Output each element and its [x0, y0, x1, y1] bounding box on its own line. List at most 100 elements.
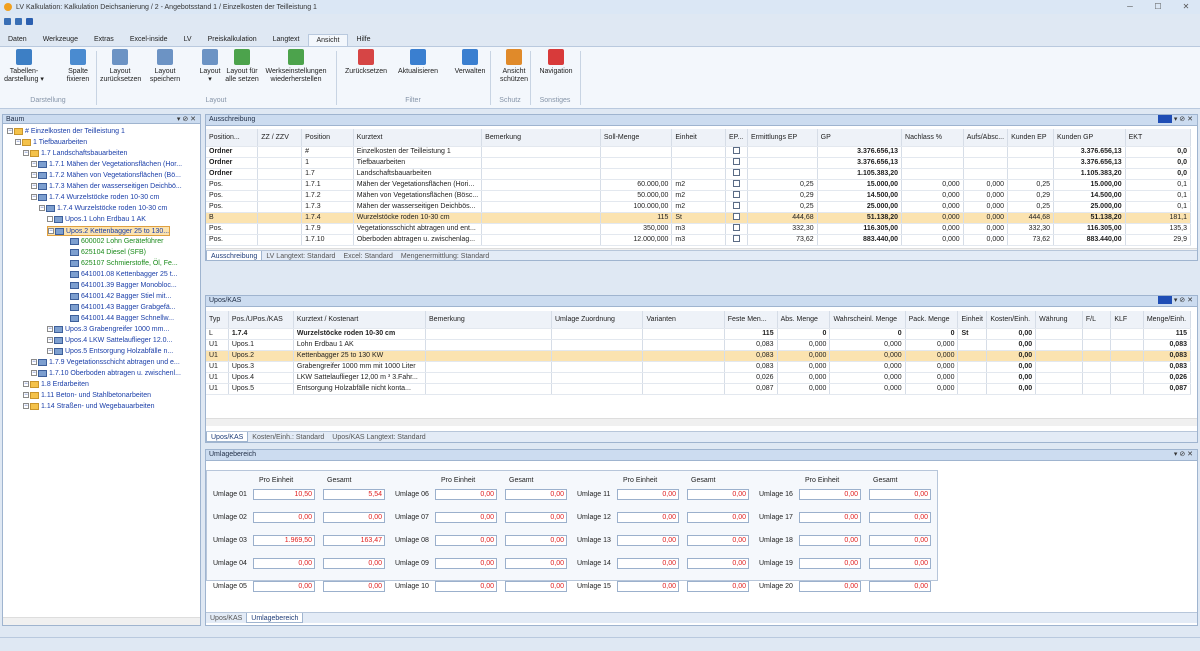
- expander-icon[interactable]: −: [15, 139, 21, 146]
- umlage-pro-einheit-input[interactable]: 0,00: [617, 489, 679, 500]
- tree-node[interactable]: − 1.8 Erdarbeiten: [23, 380, 89, 390]
- umlage-pro-einheit-input[interactable]: 0,00: [617, 535, 679, 546]
- table-row[interactable]: Ordner # Einzelkosten der Teilleistung 1 3.…: [206, 146, 1191, 158]
- column-header[interactable]: Ermittlungs EP: [747, 129, 818, 147]
- expander-icon[interactable]: −: [31, 370, 37, 377]
- column-header[interactable]: Feste Men...: [724, 311, 778, 329]
- tab-0[interactable]: Ausschreibung: [206, 251, 263, 260]
- tab-0[interactable]: Upos/KAS: [206, 613, 246, 623]
- table-row[interactable]: U1 Upos.2 Kettenbagger 25 to 130 KW 0,083 0,…: [206, 350, 1191, 362]
- expander-icon[interactable]: −: [23, 381, 29, 388]
- menu-tab-3[interactable]: Excel-inside: [122, 34, 176, 46]
- umlage-gesamt-input[interactable]: 163,47: [323, 535, 385, 546]
- column-header[interactable]: Soll-Menge: [600, 129, 673, 147]
- tree-node[interactable]: − Upos.2 Kettenbagger 25 to 130...: [47, 226, 171, 236]
- table-row[interactable]: U1 Upos.1 Lohn Erdbau 1 AK 0,083 0,000 0,000 0…: [206, 339, 1191, 351]
- umlage-pro-einheit-input[interactable]: 0,00: [435, 558, 497, 569]
- umlage-gesamt-input[interactable]: 0,00: [869, 558, 931, 569]
- tree-node[interactable]: − Upos.4 LKW Sattelauflieger 12.0...: [47, 336, 172, 346]
- tab-1[interactable]: Umlagebereich: [246, 613, 304, 623]
- tab-3[interactable]: Mengenermittlung: Standard: [397, 251, 493, 260]
- umlage-pro-einheit-input[interactable]: 0,00: [799, 489, 861, 500]
- column-header[interactable]: Kosten/Einh.: [986, 311, 1037, 329]
- umlage-pro-einheit-input[interactable]: 0,00: [617, 512, 679, 523]
- tree-node[interactable]: 641001.08 Kettenbagger 25 t...: [63, 270, 178, 280]
- column-header[interactable]: Bemerkung: [425, 311, 553, 329]
- umlage-gesamt-input[interactable]: 5,54: [323, 489, 385, 500]
- tree-node[interactable]: − 1.11 Beton- und Stahlbetonarbeiten: [23, 391, 151, 401]
- menu-tab-6[interactable]: Langtext: [265, 34, 308, 46]
- expander-icon[interactable]: −: [23, 392, 29, 399]
- table-row[interactable]: U1 Upos.3 Grabengreifer 1000 mm mit 1000 L…: [206, 361, 1191, 373]
- table-row[interactable]: Ordner 1.7 Landschaftsbauarbeiten 1.105.383…: [206, 168, 1191, 180]
- tree-node[interactable]: − Upos.5 Entsorgung Holzabfälle n...: [47, 347, 173, 357]
- menu-tab-2[interactable]: Extras: [86, 34, 122, 46]
- table-row[interactable]: Pos. 1.7.3 Mähen der wasserseitigen Deichb…: [206, 201, 1191, 213]
- expander-icon[interactable]: −: [39, 205, 45, 212]
- tree-node[interactable]: − 1.7.10 Oberboden abtragen u. zwischenl.…: [31, 369, 181, 379]
- table-row[interactable]: Pos. 1.7.1 Mähen der Vegetationsflächen (H…: [206, 179, 1191, 191]
- column-header[interactable]: Nachlass %: [901, 129, 964, 147]
- ribbon-button-3[interactable]: Layout speichern: [145, 49, 185, 84]
- column-header[interactable]: Menge/Einh.: [1143, 311, 1191, 329]
- column-header[interactable]: Typ: [206, 311, 229, 329]
- column-header[interactable]: Kurztext / Kostenart: [293, 311, 426, 329]
- tree-node[interactable]: 641001.42 Bagger Stiel mit...: [63, 292, 171, 302]
- umlage-pro-einheit-input[interactable]: 0,00: [253, 512, 315, 523]
- ribbon-button-8[interactable]: Aktualisieren: [398, 49, 438, 76]
- column-header[interactable]: Kurztext: [353, 129, 483, 147]
- column-header[interactable]: Währung: [1035, 311, 1083, 329]
- maximize-icon[interactable]: ☐: [1148, 2, 1168, 11]
- umlage-gesamt-input[interactable]: 0,00: [505, 512, 567, 523]
- expander-icon[interactable]: −: [7, 128, 13, 135]
- ausschreibung-table[interactable]: Position... ZZ / ZZV Position Kurztext Bemer…: [206, 129, 1191, 246]
- tree-node[interactable]: − Upos.3 Grabengreifer 1000 mm...: [47, 325, 169, 335]
- checkbox[interactable]: [732, 180, 740, 187]
- menu-tab-8[interactable]: Hilfe: [348, 34, 378, 46]
- column-header[interactable]: Position...: [206, 129, 259, 147]
- panel-controls-icon[interactable]: ▾ ⊘ ✕: [1174, 450, 1193, 459]
- umlage-gesamt-input[interactable]: 0,00: [687, 581, 749, 592]
- expander-icon[interactable]: −: [23, 403, 29, 410]
- tree-node[interactable]: Upos.1 Lohn Erdbau 1 AK: [47, 215, 146, 225]
- expander-icon[interactable]: −: [47, 337, 53, 344]
- umlage-gesamt-input[interactable]: 0,00: [323, 558, 385, 569]
- umlage-pro-einheit-input[interactable]: 0,00: [435, 489, 497, 500]
- column-header[interactable]: EKT: [1125, 129, 1191, 147]
- ribbon-button-5[interactable]: Layout für alle setzen: [222, 49, 262, 84]
- umlage-gesamt-input[interactable]: 0,00: [505, 558, 567, 569]
- upos-table[interactable]: Typ Pos./UPos./KAS Kurztext / Kostenart Bem…: [206, 311, 1191, 395]
- checkbox[interactable]: [732, 235, 740, 242]
- tree-node[interactable]: − 1.7.2 Mähen von Vegetationsflächen (Bö.…: [31, 171, 181, 181]
- tree-node[interactable]: − 1.7.3 Mähen der wasserseitigen Deichbö.…: [31, 182, 182, 192]
- column-header[interactable]: Aufs/Absc...: [963, 129, 1009, 147]
- undo-icon[interactable]: [26, 17, 33, 25]
- tree-node[interactable]: − 1.7.1 Mähen der Vegetationsflächen (Hor…: [31, 160, 182, 170]
- ribbon-button-1[interactable]: Spalte fixieren: [58, 49, 98, 84]
- umlage-gesamt-input[interactable]: 0,00: [687, 535, 749, 546]
- column-header[interactable]: EP...: [725, 129, 748, 147]
- upos-scrollbar[interactable]: [206, 418, 1197, 426]
- tab-1[interactable]: LV Langtext: Standard: [262, 251, 339, 260]
- tree-node[interactable]: 641001.43 Bagger Grabgefä...: [63, 303, 176, 313]
- tree-node[interactable]: − 1.7 Landschaftsbauarbeiten: [23, 149, 127, 159]
- minimize-icon[interactable]: ─: [1120, 2, 1140, 11]
- column-header[interactable]: Kunden GP: [1053, 129, 1126, 147]
- ribbon-button-6[interactable]: Werkseinstellungen wiederherstellen: [262, 49, 330, 84]
- tree-scrollbar[interactable]: [3, 617, 200, 625]
- umlage-gesamt-input[interactable]: 0,00: [687, 489, 749, 500]
- tab-2[interactable]: Excel: Standard: [339, 251, 396, 260]
- panel-controls-icon[interactable]: ▾ ⊘ ✕: [1157, 115, 1193, 124]
- umlage-pro-einheit-input[interactable]: 0,00: [253, 581, 315, 592]
- save-icon[interactable]: [4, 17, 11, 25]
- tree-node[interactable]: 625104 Diesel (SFB): [63, 248, 146, 258]
- umlage-gesamt-input[interactable]: 0,00: [687, 512, 749, 523]
- umlage-pro-einheit-input[interactable]: 0,00: [435, 581, 497, 592]
- checkbox[interactable]: [732, 202, 740, 209]
- checkbox[interactable]: [732, 191, 740, 198]
- table-row[interactable]: Pos. 1.7.10 Oberboden abtragen u. zwischen…: [206, 234, 1191, 246]
- menu-tab-5[interactable]: Preiskalkulation: [200, 34, 265, 46]
- umlage-pro-einheit-input[interactable]: 0,00: [799, 512, 861, 523]
- umlage-pro-einheit-input[interactable]: 0,00: [799, 535, 861, 546]
- ribbon-button-0[interactable]: Tabellen-darstellung ▾: [4, 49, 44, 84]
